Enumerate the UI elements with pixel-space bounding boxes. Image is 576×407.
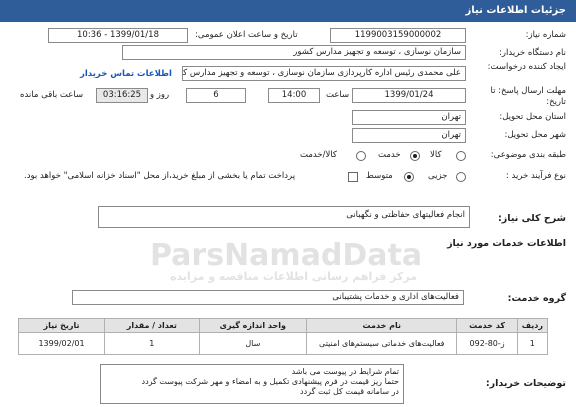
buyer-contact-link[interactable]: اطلاعات تماس خریدار	[80, 69, 172, 79]
cell-service-code: ز-80-092	[456, 332, 518, 355]
deadline-time-label: ساعت	[326, 90, 350, 100]
process-label: نوع فرآیند خرید :	[505, 171, 566, 181]
service-group-value: فعالیت‌های اداری و خدمات پشتیبانی	[72, 290, 464, 305]
col-row-number: ردیف	[516, 318, 549, 333]
province-label: استان محل تحویل:	[499, 112, 566, 122]
requester-label: ایجاد کننده درخواست:	[487, 62, 566, 72]
treasury-payment-note: پرداخت تمام یا بخشی از مبلغ خرید،از محل …	[24, 171, 296, 181]
buyer-note-line: تمام شرایط در پیوست می باشد	[291, 367, 399, 376]
treasury-payment-checkbox[interactable]	[348, 172, 358, 182]
process-minor-radio[interactable]	[456, 172, 466, 182]
summary-value: انجام فعالیتهای حفاظتی و نگهبانی	[98, 206, 470, 228]
col-need-date: تاریخ نیاز	[17, 318, 106, 333]
cell-row-number: 1	[516, 332, 549, 355]
category-goods-service-radio[interactable]	[356, 151, 366, 161]
deadline-label: مهلت ارسال پاسخ: تا تاریخ:	[490, 86, 566, 107]
deadline-time: 14:00	[268, 88, 320, 103]
requester-value: علی محمدی رئیس اداره کارپردازی سازمان نو…	[182, 66, 466, 81]
cell-quantity: 1	[104, 332, 200, 355]
category-goods-label: کالا	[430, 150, 442, 160]
process-medium-radio[interactable]	[404, 172, 414, 182]
buyer-org-label: نام دستگاه خریدار:	[499, 48, 566, 58]
col-unit: واحد اندازه گیری	[198, 318, 308, 333]
cell-need-date: 1399/02/01	[17, 332, 106, 355]
table-row: 1 ز-80-092 فعالیت‌های خدماتی سیستم‌های ا…	[17, 332, 549, 355]
deadline-date: 1399/01/24	[352, 88, 466, 103]
page-title: جزئیات اطلاعات نیاز	[465, 5, 566, 16]
col-service-name: نام خدمت	[306, 318, 458, 333]
category-label: طبقه بندی موضوعی:	[490, 150, 566, 160]
cell-unit: سال	[198, 332, 308, 355]
deadline-remaining-label: ساعت باقی مانده	[20, 90, 84, 100]
page-header: جزئیات اطلاعات نیاز	[0, 0, 576, 22]
announce-datetime-value: 1399/01/18 - 10:36	[48, 28, 188, 43]
col-service-code: کد خدمت	[456, 318, 518, 333]
category-service-radio[interactable]	[410, 151, 420, 161]
process-medium-label: متوسط	[366, 171, 393, 181]
watermark-brand: ParsNamadData	[150, 238, 423, 273]
city-value: تهران	[352, 128, 466, 143]
announce-datetime-label: تاریخ و ساعت اعلان عمومی:	[195, 30, 298, 40]
need-number-label: شماره نیاز:	[525, 30, 566, 40]
services-section-title: اطلاعات خدمات مورد نیاز	[447, 238, 566, 249]
service-group-label: گروه خدمت:	[507, 293, 566, 304]
table-header-row: ردیف کد خدمت نام خدمت واحد اندازه گیری ت…	[17, 318, 549, 333]
deadline-remaining: 03:16:25	[96, 88, 148, 103]
category-goods-service-label: کالا/خدمت	[300, 150, 337, 160]
buyer-note-line: در سامانه قیمت کل ثبت گردد	[300, 387, 399, 396]
buyer-note-line: حتماً ریز قیمت در فرم پیشنهادی تکمیل و ب…	[141, 377, 399, 386]
watermark-line1: مرکز فراهم رسانی اطلاعات مناقصه و مزایده	[170, 270, 418, 283]
services-table: ردیف کد خدمت نام خدمت واحد اندازه گیری ت…	[17, 318, 549, 355]
process-minor-label: جزیی	[428, 171, 448, 181]
category-service-label: خدمت	[378, 150, 401, 160]
col-quantity: تعداد / مقدار	[104, 318, 200, 333]
summary-label: شرح کلی نیاز:	[497, 213, 566, 224]
city-label: شهر محل تحویل:	[504, 130, 566, 140]
deadline-days-label: روز و	[150, 90, 170, 100]
cell-service-name: فعالیت‌های خدماتی سیستم‌های امنیتی	[306, 332, 458, 355]
buyer-notes-label: توضیحات خریدار:	[485, 378, 566, 389]
buyer-notes-box: تمام شرایط در پیوست می باشد حتماً ریز قی…	[100, 364, 404, 404]
category-goods-radio[interactable]	[456, 151, 466, 161]
deadline-days: 6	[186, 88, 246, 103]
need-number-value: 1199003159000002	[330, 28, 466, 43]
province-value: تهران	[352, 110, 466, 125]
buyer-org-value: سازمان نوسازی ، توسعه و تجهیز مدارس کشور	[122, 45, 466, 60]
